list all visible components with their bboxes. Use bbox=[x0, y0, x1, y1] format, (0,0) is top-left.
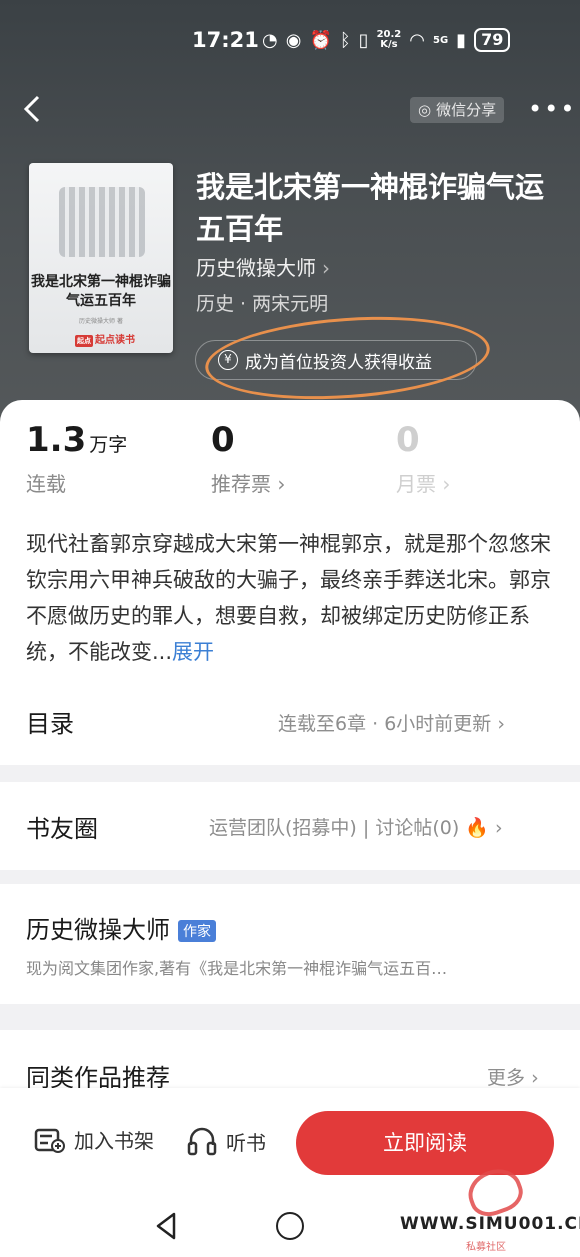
author-name-row: 历史微操大师 作家 bbox=[26, 910, 216, 945]
speedometer-icon: ◔ bbox=[262, 29, 278, 51]
fire-icon: 🔥 bbox=[465, 817, 489, 839]
cover-art bbox=[59, 187, 145, 257]
net-speed: 20.2 K/s bbox=[377, 30, 402, 50]
toc-label[interactable]: 目录 bbox=[26, 704, 74, 739]
expand-synopsis-link[interactable]: 展开 bbox=[172, 640, 214, 664]
headphones-icon bbox=[187, 1127, 217, 1156]
cover-title: 我是北宋第一神棍诈骗气运五百年 bbox=[31, 274, 171, 309]
nav-home-icon[interactable] bbox=[276, 1212, 304, 1240]
wechat-icon: ◎ bbox=[418, 101, 432, 119]
book-synopsis: 现代社畜郭京穿越成大宋第一神棍郭京，就是那个忽悠宋钦宗用六甲神兵破敌的大骗子，最… bbox=[26, 526, 562, 670]
cover-brand: 起点 起点读书 bbox=[75, 331, 135, 347]
chevron-right-icon: › bbox=[495, 817, 503, 839]
add-shelf-icon bbox=[34, 1128, 65, 1153]
cover-author: 历史微操大师 著 bbox=[79, 318, 123, 325]
wifi-icon: ◠ bbox=[409, 29, 425, 51]
wechat-share-label: 微信分享 bbox=[436, 101, 497, 119]
chevron-right-icon: › bbox=[442, 472, 451, 496]
add-to-shelf-button[interactable]: 加入书架 bbox=[34, 1125, 154, 1154]
word-count-stat: 1.3 万字 连载 bbox=[26, 420, 127, 497]
chevron-right-icon: › bbox=[322, 256, 330, 280]
more-options-icon[interactable]: ••• bbox=[528, 97, 576, 121]
discussion-posts-text: 讨论帖(0) bbox=[375, 817, 460, 839]
cover-brand-badge: 起点 bbox=[75, 335, 93, 347]
read-now-button[interactable]: 立即阅读 bbox=[296, 1111, 554, 1175]
book-circle-label: 书友圈 bbox=[26, 815, 98, 843]
bluetooth-icon: ᛒ bbox=[339, 29, 351, 51]
status-bar: 17:21 ◔ ◉ ⏰ ᛒ ▯ 20.2 K/s ◠ 5G ▮ 79 bbox=[0, 28, 580, 58]
recommend-votes-stat[interactable]: 0 推荐票 › bbox=[211, 420, 285, 497]
more-label: 更多 bbox=[487, 1067, 526, 1089]
net-speed-unit: K/s bbox=[380, 39, 398, 50]
monthly-votes-stat[interactable]: 0 月票 › bbox=[396, 420, 450, 497]
back-arrow-icon[interactable] bbox=[18, 94, 48, 124]
chevron-right-icon: › bbox=[531, 1067, 539, 1089]
book-author-link[interactable]: 历史微操大师 › bbox=[196, 252, 330, 281]
book-genre: 历史 · 两宋元明 bbox=[196, 293, 329, 315]
battery-indicator: 79 bbox=[474, 28, 511, 52]
net-type: 5G bbox=[432, 34, 449, 46]
wechat-share-button[interactable]: ◎ 微信分享 bbox=[410, 97, 505, 123]
recommend-votes-label: 推荐票 bbox=[211, 472, 271, 496]
listen-button[interactable]: 听书 bbox=[186, 1125, 266, 1157]
similar-works-more[interactable]: 更多 › bbox=[487, 1063, 539, 1090]
author-badge: 作家 bbox=[178, 920, 216, 942]
toc-status[interactable]: 连载至6章 · 6小时前更新 › bbox=[278, 709, 505, 736]
cover-brand-name: 起点读书 bbox=[95, 335, 135, 346]
book-cover[interactable]: 我是北宋第一神棍诈骗气运五百年 历史微操大师 著 起点 起点读书 bbox=[29, 163, 173, 353]
operation-team-text: 运营团队(招募中) bbox=[209, 817, 357, 839]
watermark-sub: 私募社区 bbox=[466, 1242, 506, 1253]
toc-status-text: 连载至6章 · 6小时前更新 bbox=[278, 713, 492, 735]
chevron-right-icon: › bbox=[497, 713, 505, 735]
nav-back-icon[interactable] bbox=[152, 1211, 182, 1241]
eye-icon: ◉ bbox=[285, 29, 302, 51]
word-count-value: 1.3 bbox=[26, 420, 87, 460]
chevron-right-icon: › bbox=[277, 472, 286, 496]
status-time: 17:21 bbox=[192, 28, 259, 52]
alarm-icon: ⏰ bbox=[309, 29, 332, 51]
author-name: 历史微操大师 bbox=[26, 916, 170, 944]
serial-status: 连载 bbox=[26, 472, 66, 496]
synopsis-text: 现代社畜郭京穿越成大宋第一神棍郭京，就是那个忽悠宋钦宗用六甲神兵破敌的大骗子，最… bbox=[26, 532, 551, 664]
book-title: 我是北宋第一神棍诈骗气运五百年 bbox=[196, 170, 545, 246]
monthly-votes-label: 月票 bbox=[396, 472, 436, 496]
vibrate-icon: ▯ bbox=[358, 29, 369, 51]
monthly-votes-value: 0 bbox=[396, 420, 420, 460]
book-circle-info[interactable]: 运营团队(招募中) | 讨论帖(0) 🔥 › bbox=[209, 813, 503, 840]
watermark-site: WWW.SIMU001.CN bbox=[400, 1214, 580, 1234]
signal-icon: ▮ bbox=[456, 29, 467, 51]
recommend-votes-value: 0 bbox=[211, 420, 235, 460]
listen-label: 听书 bbox=[226, 1130, 266, 1155]
book-author-name: 历史微操大师 bbox=[196, 256, 316, 280]
author-description: 现为阅文集团作家,著有《我是北宋第一神棍诈骗气运五百… bbox=[26, 959, 448, 978]
add-to-shelf-label: 加入书架 bbox=[74, 1129, 154, 1153]
word-count-unit: 万字 bbox=[89, 434, 128, 456]
